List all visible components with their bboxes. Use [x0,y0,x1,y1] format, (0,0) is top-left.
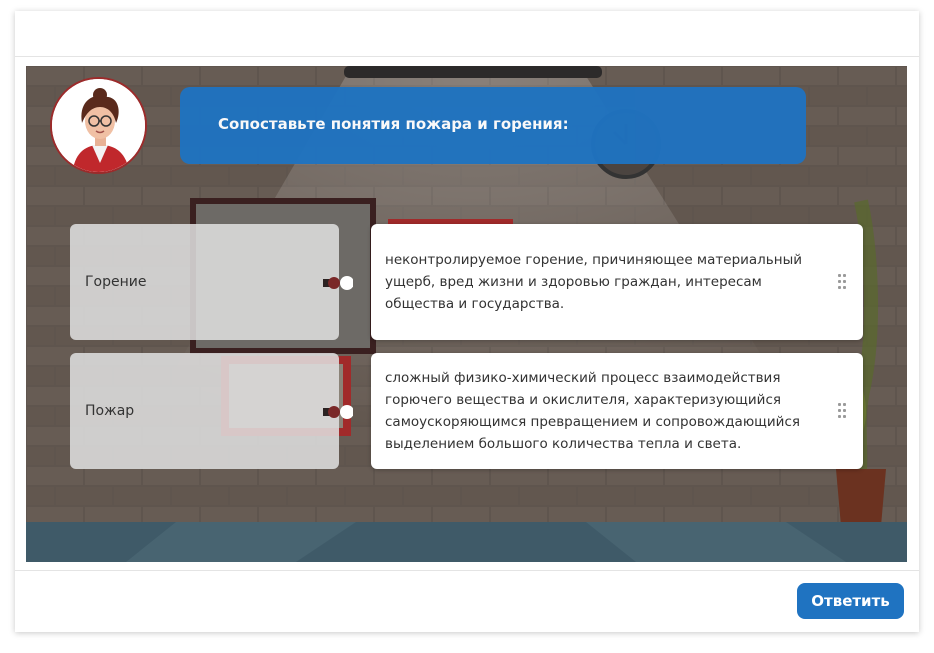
woman-avatar-icon [52,79,145,172]
term-label: Горение [85,274,147,290]
question-banner: Сопоставьте понятия пожара и горения: [180,87,806,164]
answer-button[interactable]: Ответить [797,583,904,619]
puzzle-connector-icon [323,405,353,419]
definition-text: сложный физико-химический процесс взаимо… [385,370,800,452]
definition-text: неконтролируемое горение, причиняющее ма… [385,252,803,312]
footer-divider [15,570,919,571]
scene: Сопоставьте понятия пожара и горения: Го… [26,66,907,562]
term-label: Пожар [85,403,135,419]
question-text: Сопоставьте понятия пожара и горения: [218,115,569,133]
drag-handle-icon[interactable] [838,274,846,290]
definition-card-2[interactable]: сложный физико-химический процесс взаимо… [371,353,863,469]
definition-card-1[interactable]: неконтролируемое горение, причиняющее ма… [371,224,863,340]
top-bar [15,11,919,57]
puzzle-connector-icon [323,276,353,290]
quiz-card: Сопоставьте понятия пожара и горения: Го… [15,11,919,632]
term-card-1: Горение [70,224,339,340]
presenter-avatar [50,77,147,174]
term-card-2: Пожар [70,353,339,469]
drag-handle-icon[interactable] [838,403,846,419]
